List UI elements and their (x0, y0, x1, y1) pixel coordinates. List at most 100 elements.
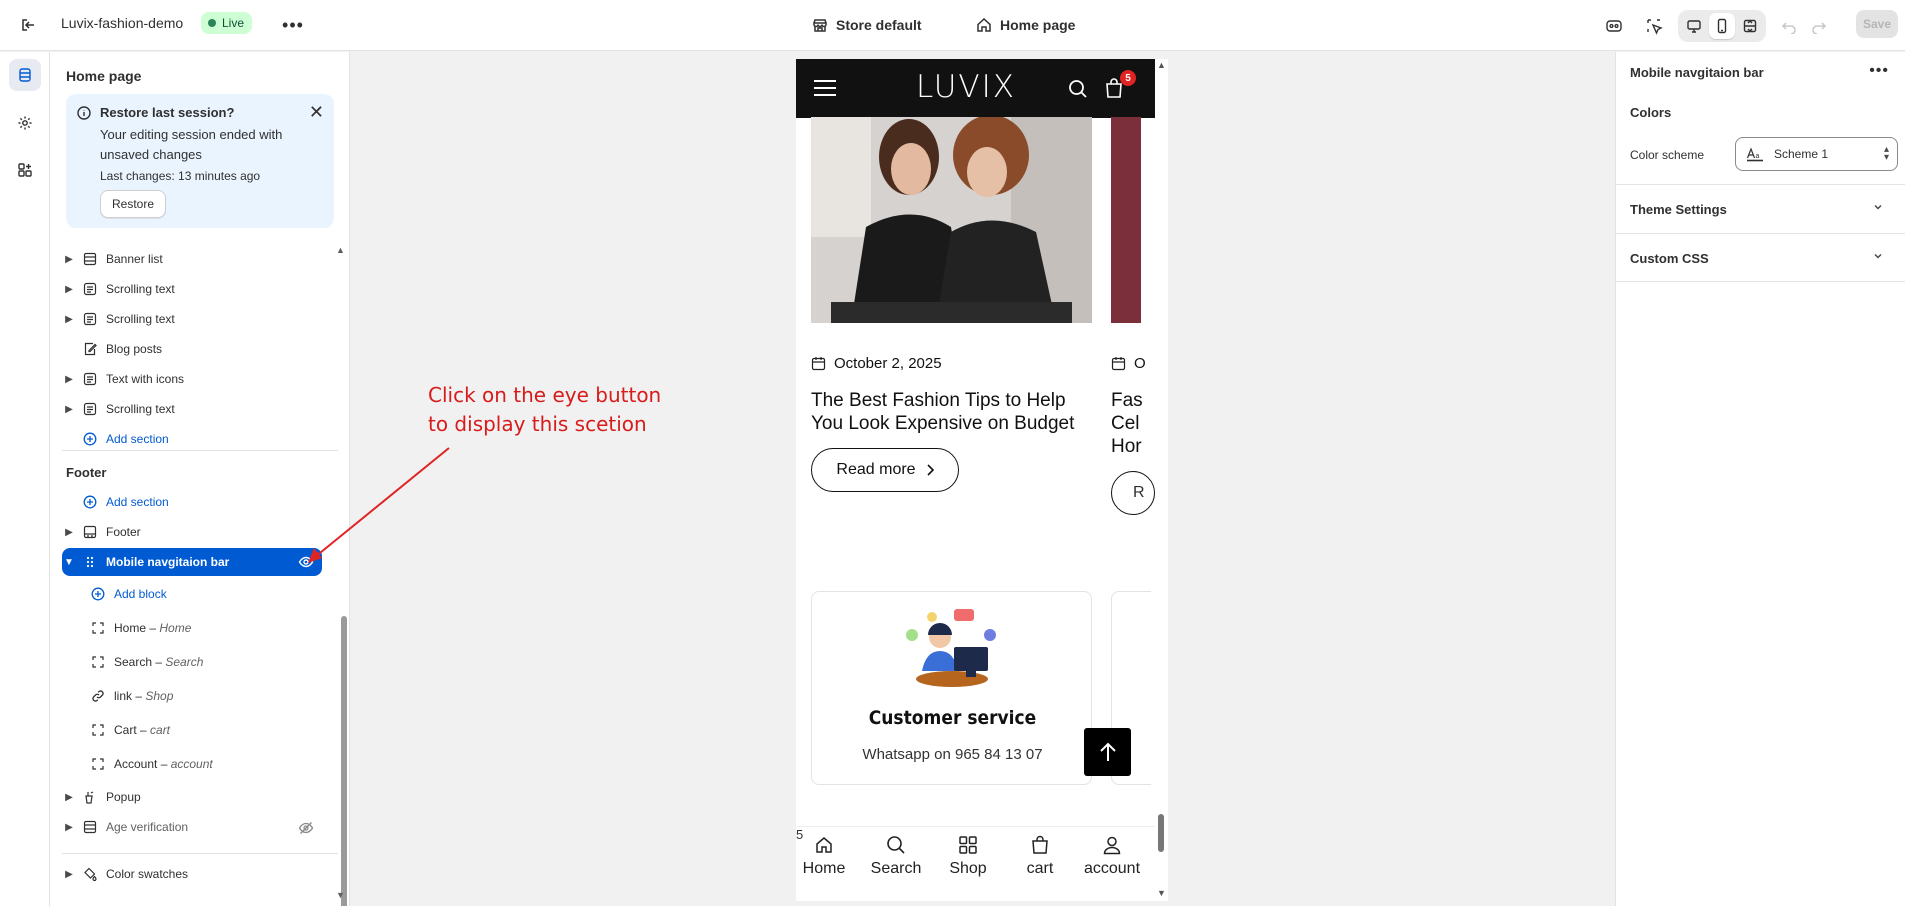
annotation-line-2: to display this scetion (428, 412, 647, 436)
eye-off-icon[interactable] (298, 820, 314, 839)
nav-item-search[interactable]: Search (860, 835, 932, 878)
preview-scrollbar[interactable]: ▲ ▼ (1155, 59, 1168, 901)
banner-last-changes: Last changes: 13 minutes ago (100, 169, 261, 183)
calendar-icon (811, 357, 826, 371)
annotation-text: Click on the eye button to display this … (428, 381, 688, 439)
custom-css-accordion[interactable]: Custom CSS (1616, 233, 1905, 282)
chevron-right-icon[interactable]: ▶ (62, 404, 76, 415)
svg-text:a: a (1756, 153, 1760, 160)
scroll-up-icon[interactable]: ▲ (336, 245, 345, 255)
mobile-nav-section-item[interactable]: ▼ Mobile navgitaion bar (62, 548, 322, 576)
view-as-customer-icon[interactable] (1600, 12, 1628, 40)
preview-scroll-thumb[interactable] (1158, 814, 1164, 852)
search-icon[interactable] (1068, 79, 1088, 102)
mobile-icon[interactable] (1709, 13, 1735, 39)
block-item[interactable]: Account – account (84, 750, 349, 778)
undo-icon[interactable] (1775, 12, 1803, 40)
block-icon (86, 723, 110, 737)
popup-section-item[interactable]: ▶ Popup (62, 783, 328, 811)
block-icon (86, 655, 110, 669)
save-button[interactable]: Save (1856, 10, 1898, 38)
inspector-icon[interactable] (1640, 12, 1668, 40)
chevron-down-icon[interactable]: ▼ (62, 557, 76, 568)
menu-icon[interactable] (813, 79, 837, 100)
chevron-right-icon[interactable]: ▶ (62, 284, 76, 295)
grid-icon (959, 836, 977, 854)
fullscreen-icon[interactable] (1737, 13, 1763, 39)
chevron-right-icon[interactable]: ▶ (62, 792, 76, 803)
theme-settings-accordion[interactable]: Theme Settings (1616, 184, 1905, 233)
read-more-button-2[interactable]: R (1111, 471, 1155, 515)
chevron-right-icon[interactable]: ▶ (62, 822, 76, 833)
section-label: Banner list (106, 252, 163, 266)
page-label: Home page (1000, 17, 1076, 33)
section-item[interactable]: ▶ Scrolling text (62, 305, 328, 333)
page-selector[interactable]: Home page (976, 13, 1075, 37)
link-icon (86, 689, 110, 703)
scroll-down-icon[interactable]: ▼ (336, 890, 345, 900)
exit-icon[interactable] (16, 13, 40, 37)
drag-handle-icon[interactable] (78, 556, 102, 568)
age-verification-section-item[interactable]: ▶ Age verification (62, 813, 328, 841)
blog-post-image[interactable] (811, 117, 1092, 323)
block-label: Cart – cart (114, 723, 170, 737)
block-sub: Home (159, 621, 192, 635)
close-icon[interactable]: ✕ (309, 103, 324, 121)
apps-icon[interactable] (9, 154, 41, 186)
section-item[interactable]: Blog posts (62, 335, 328, 363)
gear-icon[interactable] (9, 107, 41, 139)
section-item[interactable]: ▶ Scrolling text (62, 395, 328, 423)
color-scheme-value: Scheme 1 (1774, 147, 1829, 161)
accordion-title: Theme Settings (1630, 202, 1727, 217)
add-section-button[interactable]: Add section (62, 425, 328, 453)
scroll-up-icon[interactable]: ▲ (1157, 60, 1166, 70)
post-title-2[interactable]: Fas Cel Hor (1111, 389, 1143, 458)
post-title[interactable]: The Best Fashion Tips to Help You Look E… (811, 389, 1101, 435)
section-item[interactable]: ▶ Scrolling text (62, 275, 328, 303)
blog-post-image-2[interactable] (1111, 117, 1141, 323)
service-title: Customer service (868, 707, 1037, 729)
chevron-right-icon[interactable]: ▶ (62, 527, 76, 538)
back-to-top-button[interactable] (1084, 728, 1131, 776)
restore-button[interactable]: Restore (100, 190, 167, 218)
read-more-label: Read more (836, 461, 916, 478)
color-scheme-select[interactable]: a Scheme 1 ▴ ▾ (1735, 137, 1898, 171)
chevron-right-icon[interactable]: ▶ (62, 254, 76, 265)
desktop-icon[interactable] (1681, 13, 1707, 39)
color-swatches-item[interactable]: ▶ Color swatches (62, 860, 328, 888)
footer-add-section-button[interactable]: Add section (62, 488, 328, 516)
nav-item-home[interactable]: Home (796, 835, 860, 878)
nav-item-shop[interactable]: Shop (932, 835, 1004, 878)
section-item[interactable]: ▶ Banner list (62, 245, 328, 273)
add-section-label: Add section (106, 495, 169, 509)
settings-panel: Mobile navgitaion bar ••• Colors Color s… (1615, 52, 1905, 906)
post-title-2-line: Hor (1111, 436, 1142, 457)
more-actions-icon[interactable]: ••• (1869, 62, 1889, 80)
chevron-right-icon (927, 464, 934, 476)
plus-circle-icon (86, 587, 110, 601)
store-logo[interactable]: LUVIX (916, 69, 1016, 105)
sections-icon[interactable] (9, 59, 41, 91)
chevron-right-icon[interactable]: ▶ (62, 869, 76, 880)
nav-item-account[interactable]: account (1076, 835, 1148, 878)
chevron-right-icon[interactable]: ▶ (62, 374, 76, 385)
block-item[interactable]: Home – Home (84, 614, 349, 642)
block-item[interactable]: Search – Search (84, 648, 349, 676)
edit-icon (78, 342, 102, 356)
block-name: Cart (114, 723, 137, 737)
scroll-down-icon[interactable]: ▼ (1157, 888, 1166, 898)
footer-section-item[interactable]: ▶ Footer (62, 518, 328, 546)
nav-item-cart[interactable]: cart (1004, 835, 1076, 878)
more-actions-icon[interactable]: ••• (281, 13, 305, 37)
divider (62, 450, 338, 451)
sections-scrollbar[interactable] (341, 616, 347, 906)
section-item[interactable]: ▶ Text with icons (62, 365, 328, 393)
template-selector[interactable]: Store default (812, 13, 922, 37)
store-name: Luvix-fashion-demo (61, 15, 184, 31)
read-more-button[interactable]: Read more (811, 448, 959, 492)
chevron-right-icon[interactable]: ▶ (62, 314, 76, 325)
redo-icon[interactable] (1805, 12, 1833, 40)
block-item[interactable]: link – Shop (84, 682, 349, 710)
add-block-button[interactable]: Add block (84, 580, 349, 608)
block-item[interactable]: Cart – cart (84, 716, 349, 744)
